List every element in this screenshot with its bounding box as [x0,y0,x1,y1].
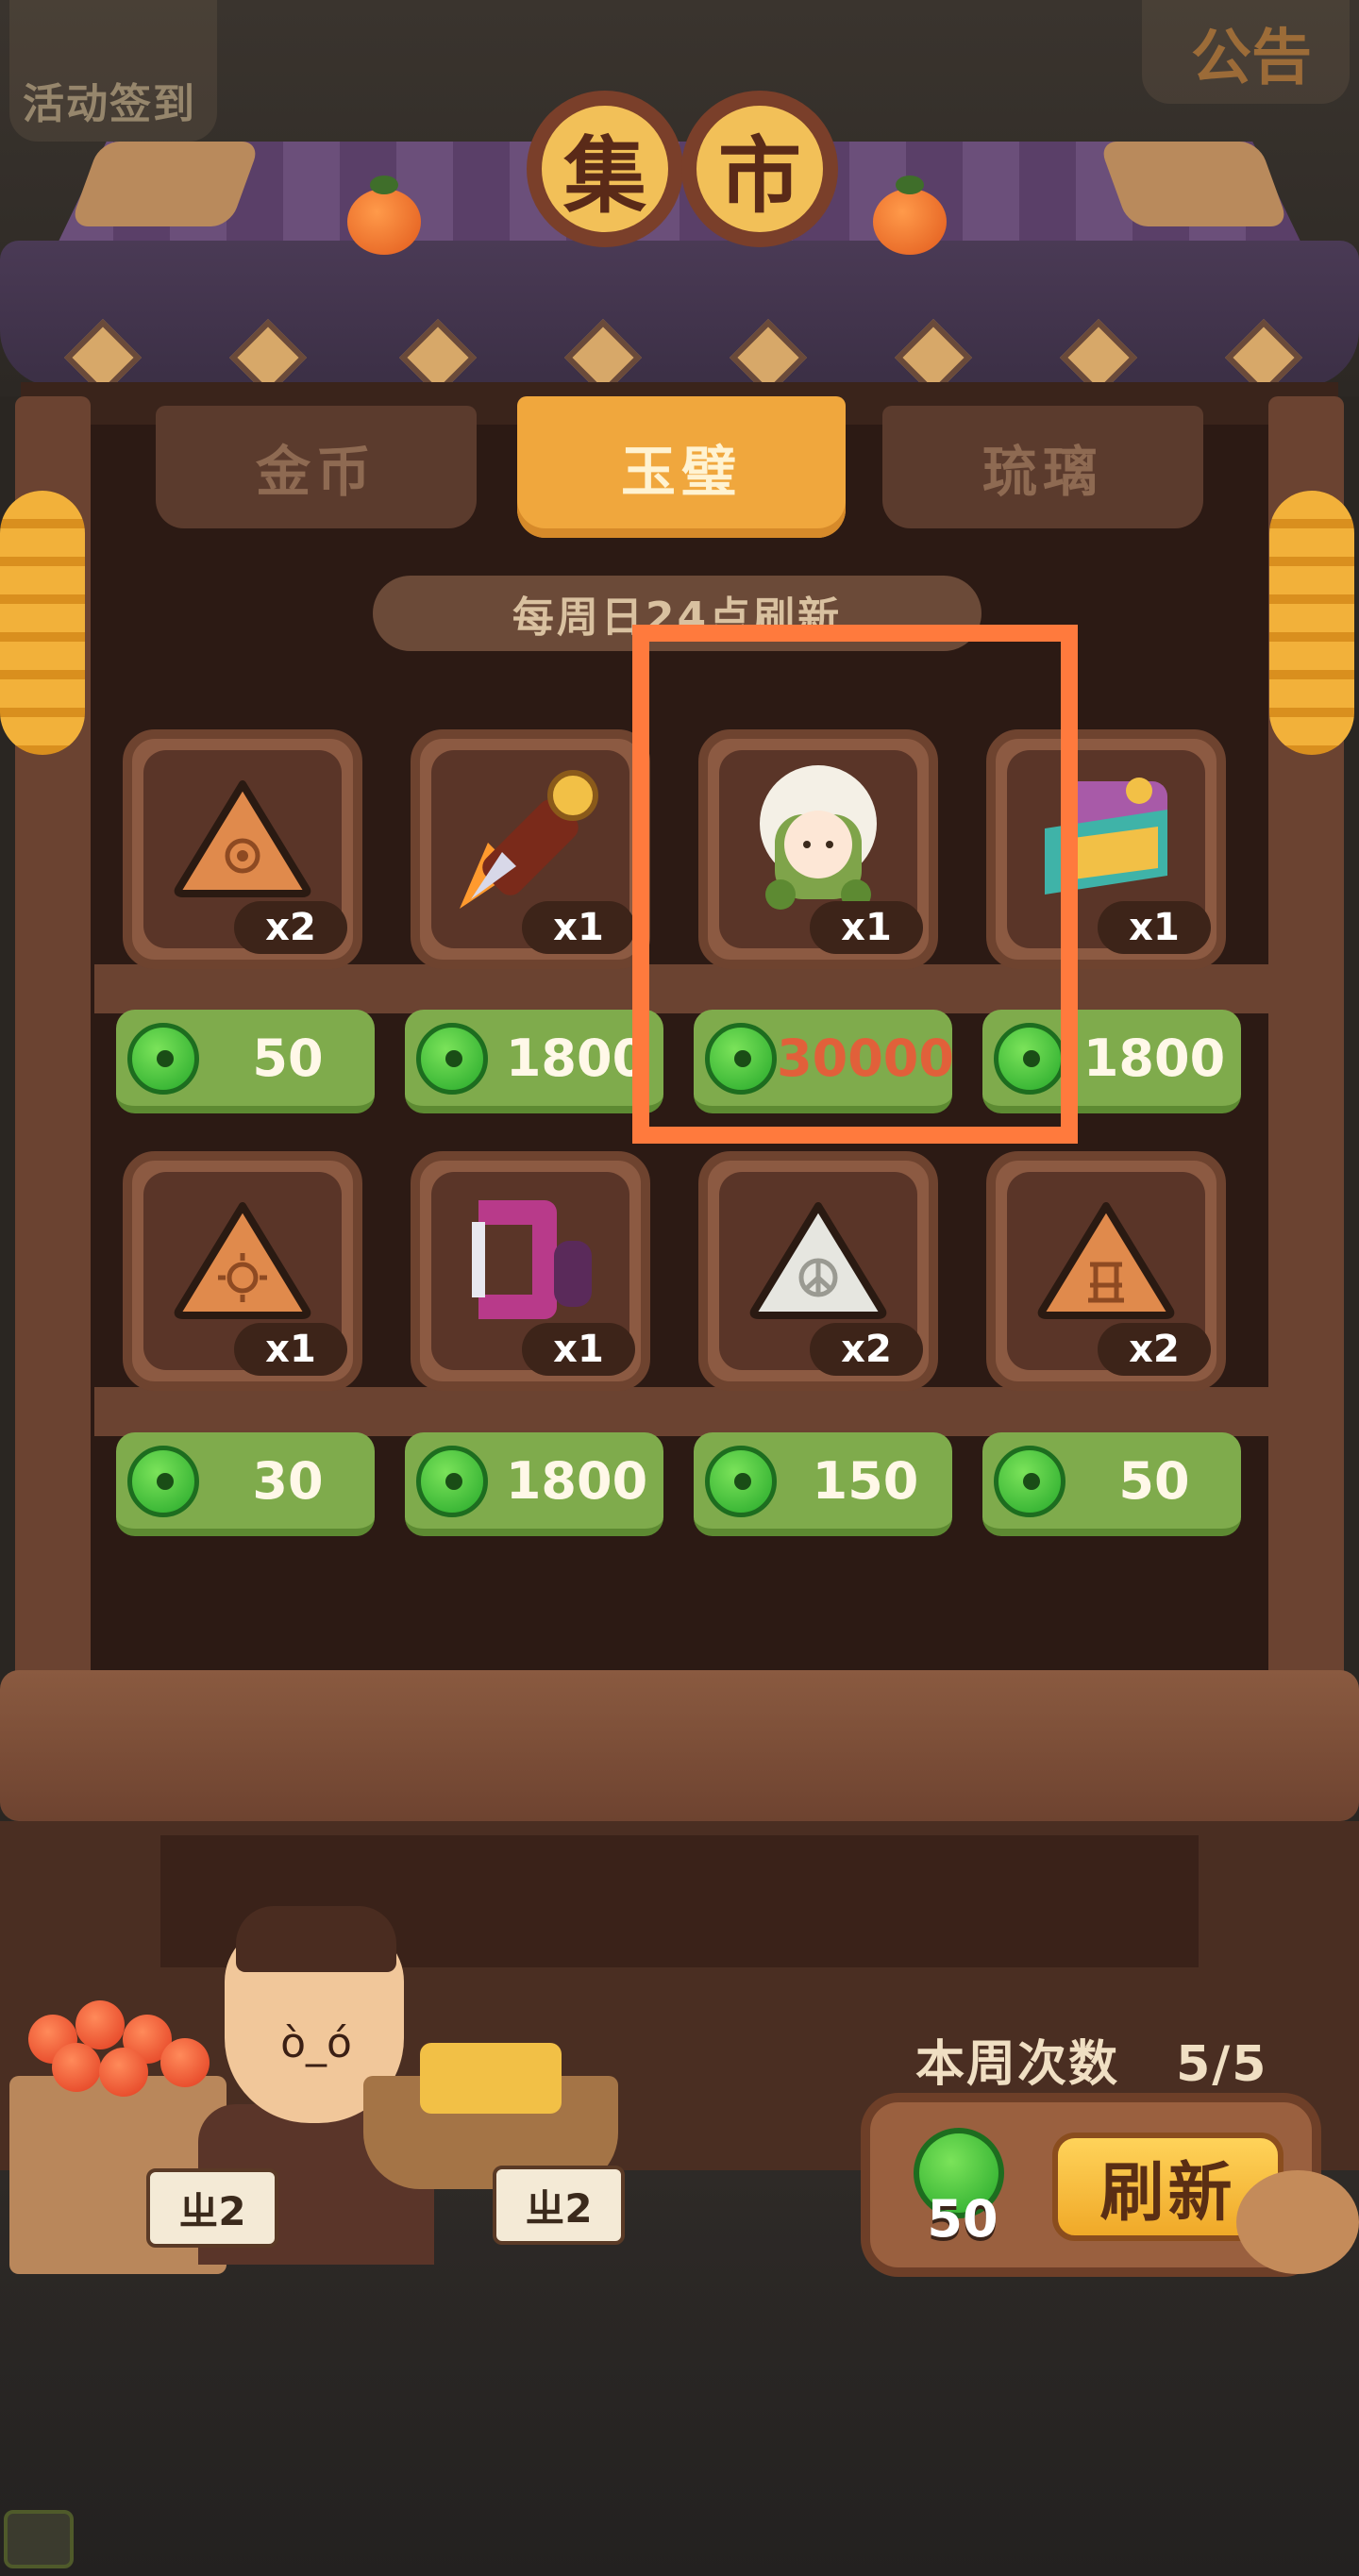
stone-token-icon [749,1202,887,1320]
tomato-decoration [76,2000,125,2049]
price-value: 50 [252,1028,324,1088]
item-quantity: x2 [810,1323,923,1376]
price-value: 50 [1118,1450,1190,1511]
notice-label: 公告 [1191,24,1312,93]
corn-decoration [1269,491,1354,755]
roof-eave-left [69,142,261,226]
price-button[interactable]: 30 [116,1432,375,1536]
roof-eave-right [1098,142,1290,226]
shop-counter [0,1670,1359,1821]
glyph-token-icon [1037,1202,1175,1320]
item-quantity: x2 [1098,1323,1211,1376]
shop-item-card[interactable]: x1 [123,1151,362,1391]
shop-item-card[interactable]: x1 [411,1151,650,1391]
price-button[interactable]: 150 [694,1432,952,1536]
market-title-char: 集 [527,91,683,247]
price-tag: ㄓ2 [146,2168,278,2248]
merchant-hat [236,1906,396,1972]
tab-glaze[interactable]: 琉璃 [882,406,1203,528]
tomato-decoration [52,2043,101,2092]
price-button[interactable]: 1800 [405,1432,663,1536]
tomato-decoration [160,2038,210,2087]
chisel-icon [460,770,598,910]
shop-item-card[interactable]: x2 [123,729,362,969]
item-quantity: x1 [234,1323,347,1376]
weekly-count: 本周次数 5/5 [915,2024,1267,2095]
jade-coin-icon [416,1446,488,1517]
highlight-box [632,625,1078,1144]
weekly-count-label: 本周次数 [915,2036,1120,2093]
sign-in-event-button[interactable]: 活动签到 [9,0,217,142]
item-quantity: x2 [234,901,347,954]
shop-item-card[interactable]: x2 [986,1151,1226,1391]
roof-edge [0,241,1359,387]
price-value: 30 [252,1450,324,1511]
price-value: 150 [812,1450,919,1511]
jade-coin-icon [705,1446,777,1517]
weekly-count-value: 5/5 [1176,2036,1268,2093]
persimmon-decoration [873,176,947,255]
item-quantity: x1 [522,1323,635,1376]
persimmon-decoration [347,176,421,255]
notice-button[interactable]: 公告 [1142,0,1350,104]
price-button[interactable]: 50 [982,1432,1241,1536]
tomato-decoration [99,2048,148,2097]
merchant-face: ò_ó [280,2019,352,2067]
price-value: 1800 [1082,1028,1226,1088]
refresh-cost: 50 [927,2189,998,2249]
market-title-char: 市 [681,91,838,247]
shelf [94,1387,1269,1436]
jade-coin-icon [127,1023,199,1095]
tab-gold-coin[interactable]: 金币 [156,406,477,528]
item-quantity: x1 [1098,901,1211,954]
price-value: 1800 [505,1450,648,1511]
jade-coin-icon [416,1023,488,1095]
shop-item-card[interactable]: x2 [698,1151,938,1391]
tab-jade[interactable]: 玉璧 [517,396,846,538]
saw-icon [472,1200,592,1320]
triangle-token-icon [174,780,311,898]
corn-decoration [0,491,85,755]
price-button[interactable]: 1800 [405,1010,663,1113]
sun-token-icon [174,1202,311,1320]
cheese-decoration [420,2043,562,2114]
jade-coin-icon [994,1446,1065,1517]
price-button[interactable]: 50 [116,1010,375,1113]
sign-in-event-label: 活动签到 [23,80,196,128]
shop-item-card[interactable]: x1 [411,729,650,969]
jade-coin-icon [127,1446,199,1517]
item-quantity: x1 [522,901,635,954]
mascot-icon [1236,2170,1359,2274]
price-tag: ㄓ2 [493,2166,625,2245]
corner-widget[interactable] [4,2510,74,2568]
